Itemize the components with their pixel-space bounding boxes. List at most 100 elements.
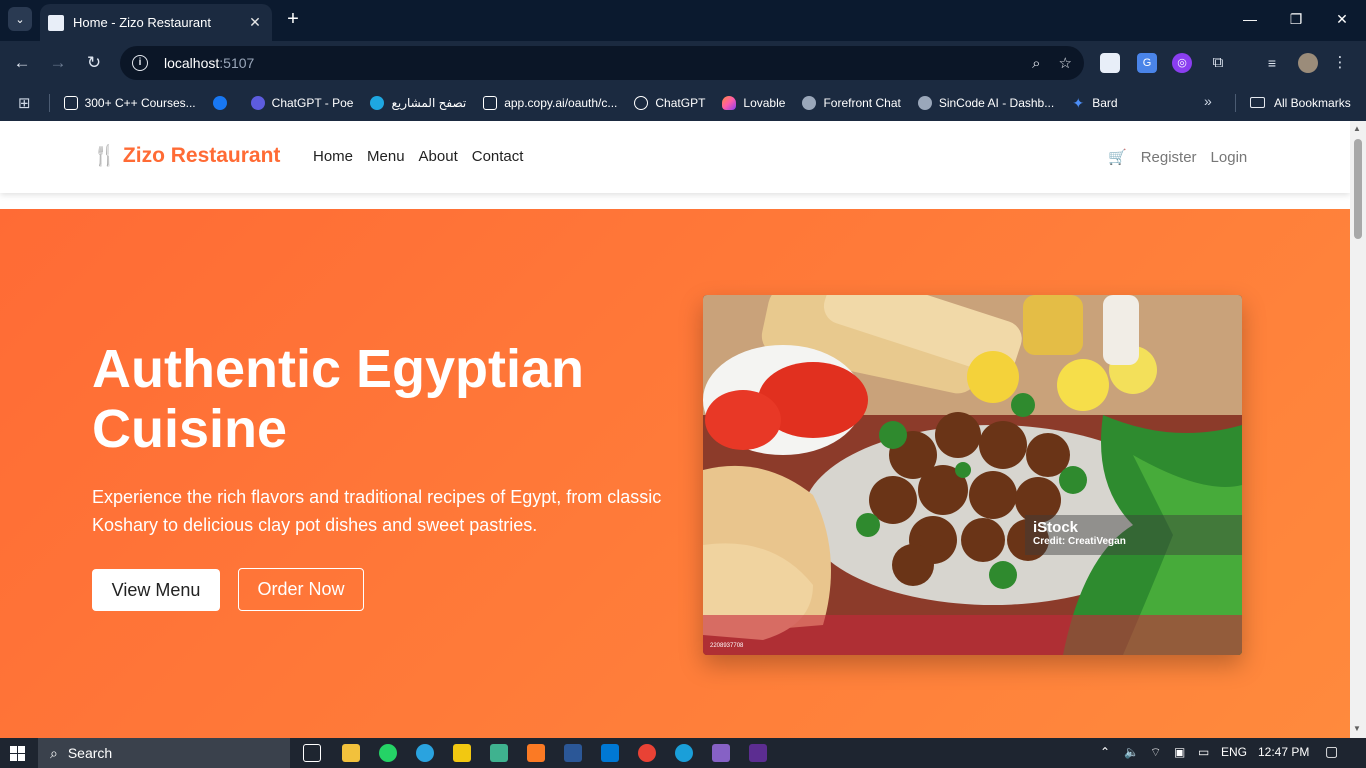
address-bar[interactable]: i localhost:5107 ⌕ ☆ bbox=[120, 46, 1084, 80]
nav-link-home[interactable]: Home bbox=[313, 148, 353, 165]
taskbar-search-box[interactable]: ⌕ Search bbox=[38, 738, 290, 768]
chrome-menu-icon[interactable]: ⋮ bbox=[1330, 53, 1350, 73]
bookmark-star-icon[interactable]: ☆ bbox=[1059, 54, 1072, 72]
windows-start-icon[interactable] bbox=[10, 746, 25, 761]
globe-icon bbox=[802, 95, 817, 110]
scroll-down-arrow-icon[interactable]: ▼ bbox=[1353, 724, 1361, 733]
url-host: localhost bbox=[164, 55, 220, 71]
language-indicator[interactable]: ENG bbox=[1221, 745, 1247, 759]
nav-link-about[interactable]: About bbox=[419, 148, 458, 165]
volume-icon[interactable]: 🔈 bbox=[1124, 745, 1139, 759]
xampp-icon[interactable] bbox=[527, 744, 545, 762]
browser-toolbar: ← → ↻ i localhost:5107 ⌕ ☆ G ◎ ⧉ ≡ ⋮ bbox=[0, 41, 1366, 84]
hero-title: Authentic Egyptian Cuisine bbox=[92, 339, 585, 459]
tab-close-icon[interactable]: ✕ bbox=[246, 14, 264, 31]
food-photo-illustration bbox=[703, 295, 1242, 655]
taskbar-search-label: Search bbox=[67, 745, 113, 761]
nav-link-contact[interactable]: Contact bbox=[472, 148, 524, 165]
browser-tab[interactable]: Home - Zizo Restaurant ✕ bbox=[40, 4, 272, 41]
word-icon[interactable] bbox=[564, 744, 582, 762]
page-favicon-icon bbox=[48, 14, 64, 31]
translate-extension-icon[interactable]: G bbox=[1137, 53, 1157, 73]
zoom-icon[interactable]: ⌕ bbox=[1032, 55, 1040, 72]
minimize-button[interactable]: — bbox=[1227, 6, 1273, 32]
media-control-icon[interactable]: ≡ bbox=[1262, 53, 1282, 73]
restore-button[interactable]: ❐ bbox=[1273, 6, 1319, 32]
chrome-icon[interactable] bbox=[638, 744, 656, 762]
scrollbar-thumb[interactable] bbox=[1354, 139, 1362, 239]
sparkle-icon: ✦ bbox=[1072, 94, 1085, 111]
bookmark-label: Forefront Chat bbox=[823, 95, 901, 110]
vscode-icon[interactable] bbox=[601, 744, 619, 762]
bookmark-label: ChatGPT - Poe bbox=[271, 95, 354, 110]
bookmark-item[interactable]: تصفح المشاريع bbox=[370, 95, 467, 110]
watermark-credit: Credit: CreatiVegan bbox=[1033, 536, 1126, 547]
extensions-puzzle-icon[interactable]: ⧉ bbox=[1208, 53, 1228, 73]
csharp-project-icon[interactable] bbox=[749, 744, 767, 762]
bookmark-item[interactable]: ✦ Bard bbox=[1071, 96, 1117, 110]
new-tab-button[interactable]: + bbox=[282, 8, 304, 30]
pinwheel-app-icon[interactable] bbox=[490, 744, 508, 762]
tab-title: Home - Zizo Restaurant bbox=[73, 15, 211, 30]
hero-subtitle: Experience the rich flavors and traditio… bbox=[92, 487, 662, 535]
cart-icon[interactable]: 🛒 bbox=[1108, 148, 1127, 166]
notes-extension-icon[interactable] bbox=[1100, 53, 1120, 73]
bookmark-item[interactable]: Lovable bbox=[722, 95, 785, 110]
profile-avatar[interactable] bbox=[1298, 53, 1318, 73]
battery-icon[interactable]: ▭ bbox=[1198, 745, 1209, 759]
bookmark-item[interactable]: ChatGPT bbox=[634, 95, 705, 110]
tray-chevron-icon[interactable]: ⌃ bbox=[1100, 745, 1110, 759]
all-bookmarks-button[interactable]: All Bookmarks bbox=[1250, 84, 1351, 121]
site-info-icon[interactable]: i bbox=[132, 55, 148, 71]
view-menu-button[interactable]: View Menu bbox=[92, 569, 220, 611]
bookmark-item[interactable]: SinCode AI - Dashb... bbox=[917, 95, 1055, 110]
reload-icon[interactable]: ↻ bbox=[82, 51, 106, 75]
task-view-icon[interactable] bbox=[303, 744, 321, 762]
search-icon: ⌕ bbox=[50, 744, 58, 761]
back-icon[interactable]: ← bbox=[10, 51, 34, 75]
bookmark-item[interactable]: Forefront Chat bbox=[802, 95, 901, 110]
url-port: :5107 bbox=[219, 55, 255, 71]
power-bi-icon[interactable] bbox=[453, 744, 471, 762]
page-viewport: 🍴 Zizo Restaurant Home Menu About Contac… bbox=[0, 121, 1350, 738]
register-link[interactable]: Register bbox=[1141, 149, 1197, 166]
nav-link-menu[interactable]: Menu bbox=[367, 148, 405, 165]
visual-studio-icon[interactable] bbox=[712, 744, 730, 762]
openai-icon bbox=[634, 95, 649, 110]
whatsapp-icon[interactable] bbox=[379, 744, 397, 762]
clock-time[interactable]: 12:47 PM bbox=[1258, 745, 1309, 759]
bookmark-item[interactable]: app.copy.ai/oauth/c... bbox=[483, 95, 618, 110]
brand-logo[interactable]: 🍴 Zizo Restaurant bbox=[92, 143, 280, 168]
hero-section: Authentic Egyptian Cuisine Experience th… bbox=[0, 209, 1350, 738]
scroll-up-arrow-icon[interactable]: ▲ bbox=[1353, 124, 1361, 133]
hero-food-image: iStock Credit: CreatiVegan 2208937708 bbox=[703, 295, 1242, 655]
watermark-brand: iStock bbox=[1033, 519, 1079, 536]
bookmark-item-facebook[interactable] bbox=[212, 95, 234, 110]
file-explorer-icon[interactable] bbox=[342, 744, 360, 762]
bookmark-item[interactable]: ChatGPT - Poe bbox=[250, 95, 354, 110]
notifications-icon[interactable]: ▢ bbox=[1325, 743, 1338, 760]
meet-now-icon[interactable]: ▣ bbox=[1174, 745, 1185, 759]
edge-icon[interactable] bbox=[675, 744, 693, 762]
login-link[interactable]: Login bbox=[1211, 149, 1248, 166]
page-scrollbar[interactable]: ▲ ▼ bbox=[1350, 121, 1366, 738]
bookmark-separator bbox=[1235, 94, 1236, 112]
bookmark-item[interactable]: 300+ C++ Courses... bbox=[63, 95, 196, 110]
bookmark-label: SinCode AI - Dashb... bbox=[938, 95, 1055, 110]
bookmark-label: تصفح المشاريع bbox=[391, 95, 467, 110]
tab-search-chevron-icon[interactable]: ⌄ bbox=[8, 7, 32, 31]
copyai-icon bbox=[483, 95, 498, 110]
forward-icon[interactable]: → bbox=[46, 51, 70, 75]
telegram-icon[interactable] bbox=[416, 744, 434, 762]
windows-taskbar: ⌕ Search ⌃ 🔈 ⌔ ▣ ▭ ENG 12:47 PM ▢ bbox=[0, 738, 1366, 768]
wifi-icon[interactable]: ⌔ bbox=[1150, 745, 1161, 760]
bookmarks-bar: ⊞ 300+ C++ Courses... ChatGPT - Poe تصفح… bbox=[0, 84, 1366, 121]
order-now-button[interactable]: Order Now bbox=[238, 568, 364, 611]
ai-extension-icon[interactable]: ◎ bbox=[1172, 53, 1192, 73]
poe-icon bbox=[250, 95, 265, 110]
apps-grid-icon[interactable]: ⊞ bbox=[18, 94, 31, 112]
account-nav: 🛒 Register Login bbox=[1108, 148, 1261, 167]
more-bookmarks-chevron-icon[interactable]: » bbox=[1204, 93, 1212, 109]
window-close-button[interactable]: ✕ bbox=[1319, 6, 1365, 32]
bookmark-label: app.copy.ai/oauth/c... bbox=[504, 95, 618, 110]
